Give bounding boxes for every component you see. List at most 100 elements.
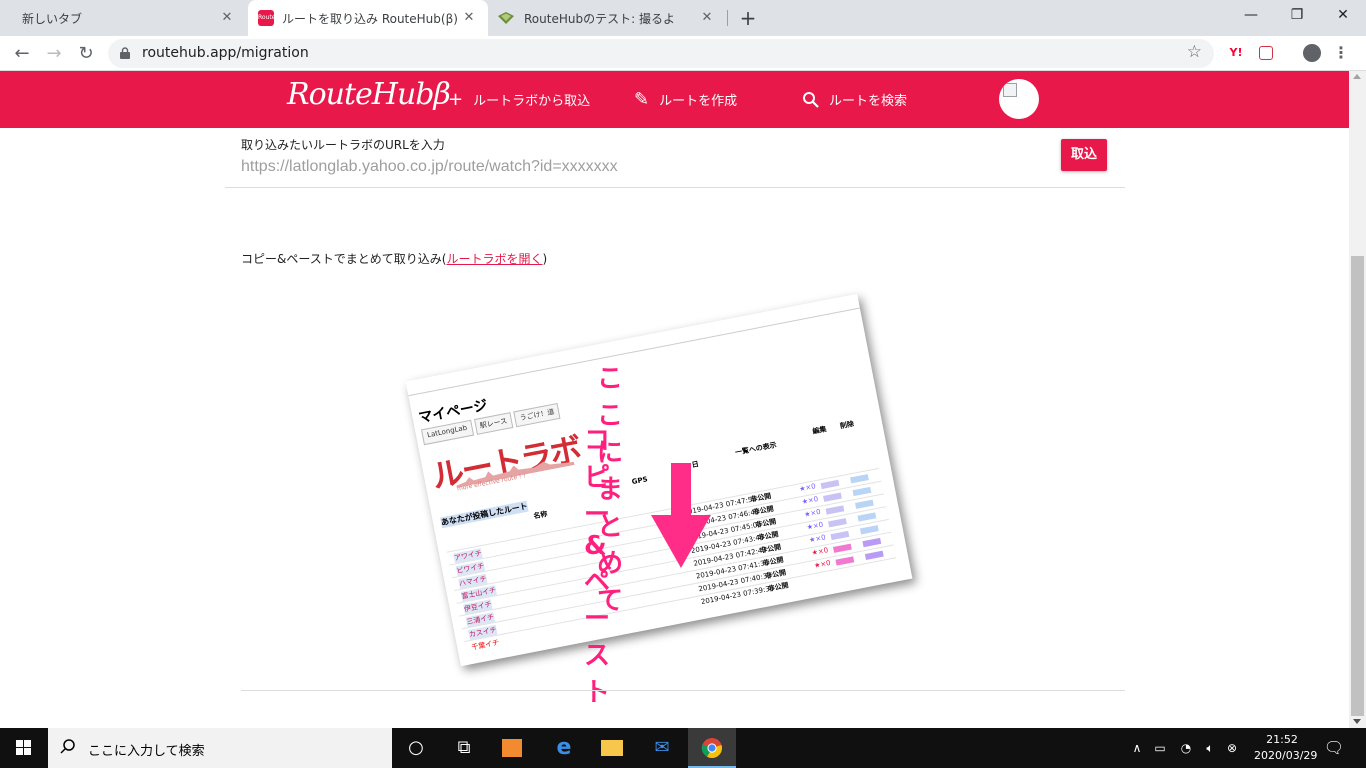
url-input-label: 取り込みたいルートラボのURLを入力 bbox=[241, 138, 445, 152]
route-visibility: 非公開 bbox=[767, 581, 790, 594]
route-stars: ★×0 bbox=[813, 558, 832, 570]
address-bar[interactable]: routehub.app/migration ☆ bbox=[108, 39, 1214, 68]
nav-label: ルートラボから取込 bbox=[473, 94, 591, 109]
tab-routehub-test[interactable]: RouteHubのテスト: 撮るよ ✕ bbox=[488, 0, 726, 36]
nav-label: ルートを作成 bbox=[659, 94, 738, 109]
page-scrollbar[interactable] bbox=[1349, 71, 1366, 728]
tab-routehub-migration[interactable]: Route ルートを取り込み RouteHub(β) ✕ bbox=[248, 0, 488, 36]
url-text: routehub.app/migration bbox=[142, 45, 309, 61]
broken-image-icon bbox=[1003, 83, 1017, 97]
delete-button bbox=[854, 499, 874, 509]
plus-icon: + bbox=[448, 88, 464, 110]
divider bbox=[225, 187, 1125, 188]
scroll-up-icon[interactable] bbox=[1353, 74, 1361, 79]
restore-icon[interactable]: ❐ bbox=[1274, 0, 1320, 30]
import-button[interactable]: 取込 bbox=[1061, 139, 1107, 171]
delete-button bbox=[864, 550, 884, 560]
back-icon[interactable]: ← bbox=[8, 40, 36, 68]
tray-overflow-icon[interactable]: ∧ bbox=[1128, 728, 1146, 768]
column-gps: GPS bbox=[631, 475, 649, 487]
tab-close-icon[interactable]: ✕ bbox=[698, 9, 716, 27]
gem-favicon-icon bbox=[498, 12, 514, 24]
scrollbar-thumb[interactable] bbox=[1351, 256, 1364, 716]
search-icon bbox=[60, 739, 75, 754]
account-icon[interactable] bbox=[1303, 44, 1321, 62]
cortana-icon[interactable]: ○ bbox=[392, 728, 440, 768]
tab-title: 新しいタブ bbox=[22, 11, 83, 26]
nav-import-routelabo[interactable]: + ルートラボから取込 bbox=[448, 90, 590, 109]
edit-button bbox=[830, 530, 850, 541]
action-center-icon[interactable]: 🗨︎ bbox=[1322, 728, 1346, 768]
menu-icon[interactable]: ⋮ bbox=[1332, 44, 1350, 62]
pencil-icon: ✎ bbox=[634, 88, 650, 110]
taskbar-search[interactable]: ここに入力して検索 bbox=[48, 728, 392, 768]
your-routes-heading: あなたが投稿したルート bbox=[440, 500, 529, 529]
file-explorer-icon[interactable] bbox=[588, 728, 636, 768]
paste-close: ) bbox=[542, 252, 548, 266]
pocket-extension-icon[interactable] bbox=[1259, 46, 1273, 60]
clock-time: 21:52 bbox=[1266, 733, 1298, 746]
column-list-visibility: 一覧への表示 bbox=[734, 441, 778, 457]
edit-button bbox=[820, 479, 840, 490]
service-tab: うごけ！道 bbox=[513, 402, 561, 428]
routelabo-url-input[interactable] bbox=[241, 156, 961, 178]
paste-text: コピー&ペーストでまとめて取り込み( bbox=[241, 252, 447, 266]
edge-icon[interactable]: e bbox=[540, 728, 588, 768]
divider bbox=[241, 690, 1125, 691]
yahoo-extension-icon[interactable]: Y! bbox=[1227, 44, 1245, 62]
scroll-down-icon[interactable] bbox=[1353, 719, 1361, 724]
route-stars: ★×0 bbox=[803, 507, 822, 519]
mail-icon[interactable]: ✉ bbox=[638, 728, 686, 768]
nav-search-route[interactable]: ルートを検索 bbox=[802, 90, 907, 109]
tab-close-icon[interactable]: ✕ bbox=[218, 9, 236, 27]
tab-title: ルートを取り込み RouteHub(β) bbox=[282, 11, 458, 26]
tab-divider bbox=[727, 10, 728, 26]
delete-button bbox=[852, 486, 872, 497]
tab-title: RouteHubのテスト: 撮るよ bbox=[524, 11, 675, 26]
forward-icon[interactable]: → bbox=[40, 40, 68, 68]
delete-button bbox=[859, 525, 879, 535]
tab-close-icon[interactable]: ✕ bbox=[460, 9, 478, 27]
bookmark-star-icon[interactable]: ☆ bbox=[1187, 42, 1202, 62]
notification-off-icon[interactable]: ⊗ bbox=[1222, 728, 1242, 768]
task-view-icon[interactable]: ⧉ bbox=[440, 728, 488, 768]
edit-button bbox=[825, 505, 845, 515]
nav-create-route[interactable]: ✎ ルートを作成 bbox=[634, 90, 737, 109]
battery-icon[interactable]: ▭ bbox=[1150, 728, 1170, 768]
chrome-logo-icon bbox=[701, 738, 722, 759]
route-stars: ★×0 bbox=[808, 533, 827, 545]
close-window-icon[interactable]: ✕ bbox=[1320, 0, 1366, 30]
overlay-line-2: コピー&ペースト bbox=[584, 426, 612, 708]
delete-button bbox=[862, 537, 882, 548]
delete-button bbox=[850, 474, 869, 484]
new-tab-button[interactable]: + bbox=[736, 6, 760, 30]
volume-icon[interactable]: 🔈︎ bbox=[1200, 728, 1220, 768]
site-header: RouteHubβ + ルートラボから取込 ✎ ルートを作成 ルートを検索 bbox=[0, 71, 1349, 128]
edit-button bbox=[828, 518, 847, 528]
system-clock[interactable]: 21:52 2020/03/29 bbox=[1254, 732, 1318, 764]
edit-button bbox=[823, 492, 842, 502]
edit-button bbox=[832, 543, 852, 553]
browser-tabstrip: 新しいタブ ✕ Route ルートを取り込み RouteHub(β) ✕ Rou… bbox=[0, 0, 1366, 36]
clock-date: 2020/03/29 bbox=[1254, 749, 1318, 762]
minimize-icon[interactable]: — bbox=[1228, 0, 1274, 30]
routehub-logo[interactable]: RouteHubβ bbox=[287, 77, 451, 112]
lock-icon bbox=[120, 47, 130, 59]
paste-instructions: コピー&ペーストでまとめて取り込み(ルートラボを開く) bbox=[241, 250, 547, 267]
chrome-icon[interactable] bbox=[688, 728, 736, 768]
column-name: 名称 bbox=[532, 509, 549, 521]
open-routelabo-link[interactable]: ルートラボを開く bbox=[446, 252, 542, 266]
windows-start-icon[interactable] bbox=[0, 728, 48, 768]
wifi-icon[interactable]: ◔ bbox=[1176, 728, 1196, 768]
edit-button bbox=[835, 556, 855, 566]
delete-button bbox=[857, 512, 877, 522]
column-delete: 削除 bbox=[839, 419, 855, 431]
tab-new-tab[interactable]: 新しいタブ ✕ bbox=[8, 0, 246, 36]
media-player-icon[interactable] bbox=[488, 728, 536, 768]
down-arrow-icon bbox=[651, 463, 711, 568]
search-icon bbox=[803, 92, 819, 108]
search-placeholder: ここに入力して検索 bbox=[88, 744, 205, 759]
user-avatar[interactable] bbox=[999, 79, 1039, 119]
reload-icon[interactable]: ↻ bbox=[72, 40, 100, 68]
route-stars: ★×0 bbox=[811, 546, 829, 558]
